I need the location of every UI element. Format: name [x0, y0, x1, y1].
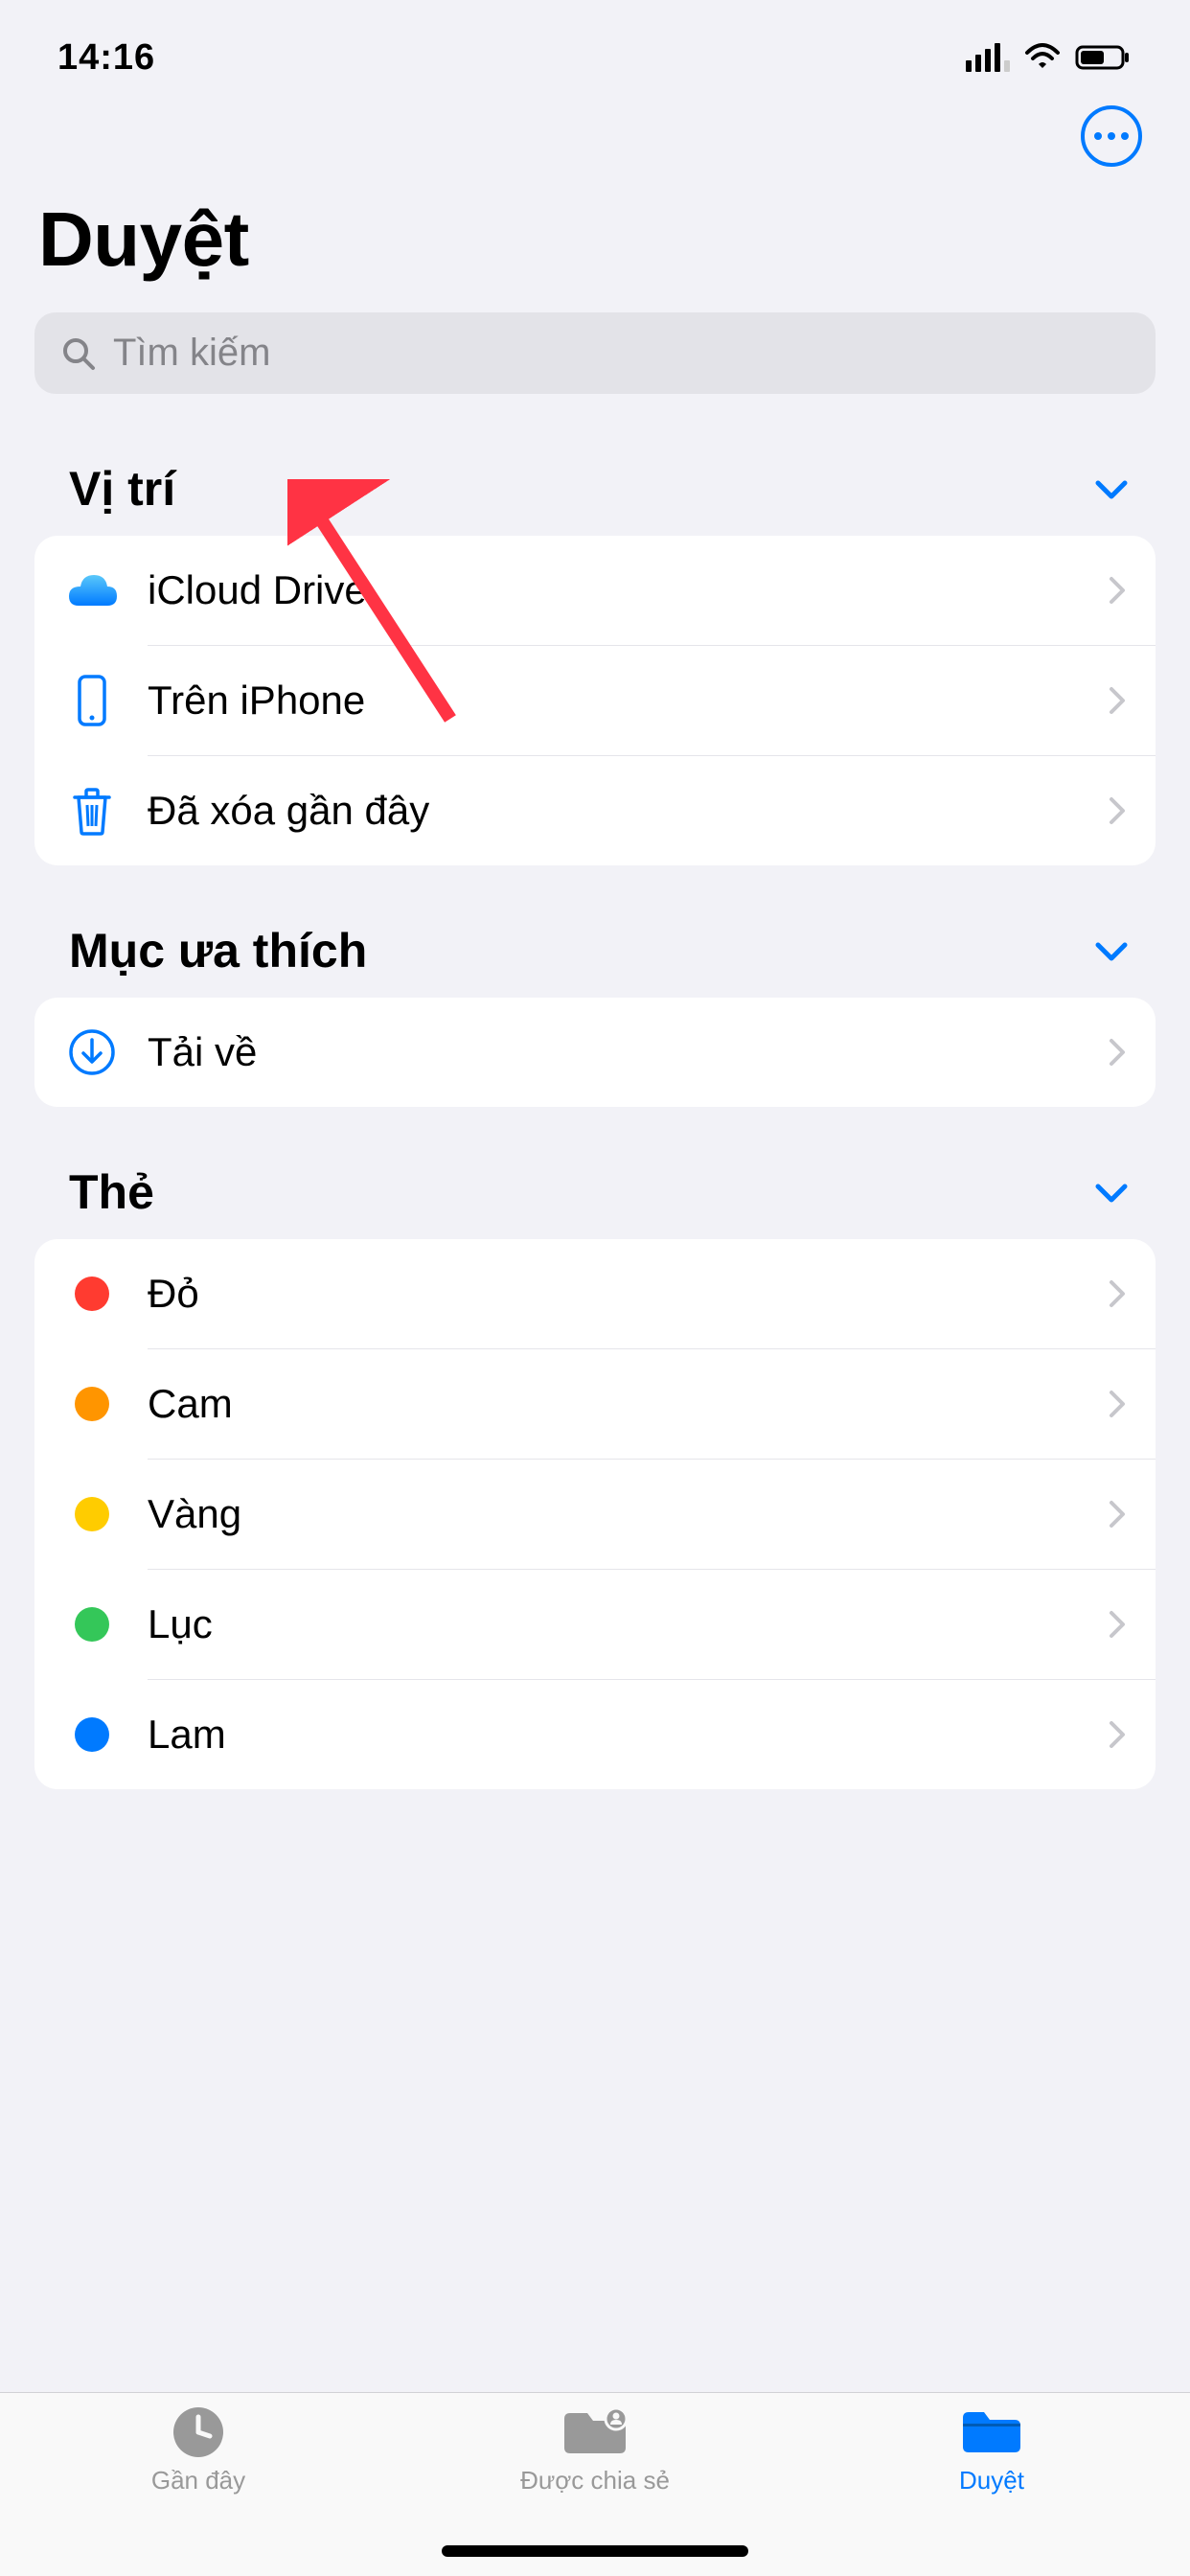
clock-icon: [172, 2404, 225, 2460]
tag-color-icon: [63, 1485, 121, 1543]
section-tags: Thẻ Đỏ Cam Vàng: [0, 1145, 1190, 1789]
cellular-signal-icon: [966, 43, 1010, 72]
download-icon: [63, 1024, 121, 1081]
tab-recents[interactable]: Gần đây: [0, 2404, 397, 2496]
row-tag-green[interactable]: Lục: [34, 1570, 1156, 1679]
status-indicators: [966, 43, 1133, 72]
chevron-right-icon: [1108, 1389, 1127, 1419]
chevron-right-icon: [1108, 575, 1127, 606]
chevron-down-icon: [1094, 1181, 1129, 1204]
top-actions: [0, 96, 1190, 186]
section-title-locations: Vị trí: [69, 461, 175, 517]
tab-label: Duyệt: [959, 2466, 1024, 2496]
search-input[interactable]: Tìm kiếm: [34, 312, 1156, 394]
chevron-right-icon: [1108, 1499, 1127, 1530]
tab-label: Được chia sẻ: [520, 2466, 670, 2496]
row-tag-orange[interactable]: Cam: [34, 1349, 1156, 1459]
shared-folder-icon: [561, 2404, 629, 2460]
search-placeholder: Tìm kiếm: [113, 332, 270, 375]
tag-color-icon: [63, 1265, 121, 1322]
row-label: Đỏ: [148, 1271, 1108, 1317]
folder-icon: [959, 2404, 1024, 2460]
chevron-right-icon: [1108, 1719, 1127, 1750]
trash-icon: [63, 782, 121, 840]
status-bar: 14:16: [0, 0, 1190, 96]
tab-browse[interactable]: Duyệt: [793, 2404, 1190, 2496]
tab-bar: Gần đây Được chia sẻ Duyệt: [0, 2392, 1190, 2576]
tag-color-icon: [63, 1706, 121, 1763]
section-header-locations[interactable]: Vị trí: [0, 442, 1190, 536]
search-icon: [61, 336, 96, 371]
row-icloud-drive[interactable]: iCloud Drive: [34, 536, 1156, 645]
row-label: iCloud Drive: [148, 567, 1108, 613]
page-title: Duyệt: [0, 186, 1190, 312]
chevron-right-icon: [1108, 1609, 1127, 1640]
section-header-tags[interactable]: Thẻ: [0, 1145, 1190, 1239]
wifi-icon: [1023, 43, 1062, 72]
battery-icon: [1075, 43, 1133, 72]
row-label: Lục: [148, 1601, 1108, 1647]
row-on-iphone[interactable]: Trên iPhone: [34, 646, 1156, 755]
tag-color-icon: [63, 1375, 121, 1433]
tab-label: Gần đây: [151, 2466, 245, 2496]
chevron-right-icon: [1108, 1037, 1127, 1068]
section-header-favorites[interactable]: Mục ưa thích: [0, 904, 1190, 998]
chevron-down-icon: [1094, 477, 1129, 500]
row-tag-blue[interactable]: Lam: [34, 1680, 1156, 1789]
chevron-right-icon: [1108, 1278, 1127, 1309]
chevron-down-icon: [1094, 939, 1129, 962]
row-recently-deleted[interactable]: Đã xóa gần đây: [34, 756, 1156, 865]
row-label: Trên iPhone: [148, 678, 1108, 724]
section-locations: Vị trí iCloud Drive: [0, 442, 1190, 865]
chevron-right-icon: [1108, 795, 1127, 826]
tag-color-icon: [63, 1596, 121, 1653]
row-tag-yellow[interactable]: Vàng: [34, 1460, 1156, 1569]
more-options-button[interactable]: [1081, 105, 1142, 167]
section-favorites: Mục ưa thích Tải về: [0, 904, 1190, 1107]
row-label: Vàng: [148, 1491, 1108, 1537]
chevron-right-icon: [1108, 685, 1127, 716]
row-label: Đã xóa gần đây: [148, 788, 1108, 834]
row-label: Lam: [148, 1712, 1108, 1758]
row-tag-red[interactable]: Đỏ: [34, 1239, 1156, 1348]
section-title-favorites: Mục ưa thích: [69, 923, 367, 978]
cloud-icon: [63, 562, 121, 619]
status-time: 14:16: [57, 37, 155, 79]
row-label: Tải về: [148, 1029, 1108, 1075]
section-title-tags: Thẻ: [69, 1164, 154, 1220]
iphone-icon: [63, 672, 121, 729]
tab-shared[interactable]: Được chia sẻ: [397, 2404, 793, 2496]
row-downloads[interactable]: Tải về: [34, 998, 1156, 1107]
row-label: Cam: [148, 1381, 1108, 1427]
home-indicator[interactable]: [442, 2545, 748, 2557]
